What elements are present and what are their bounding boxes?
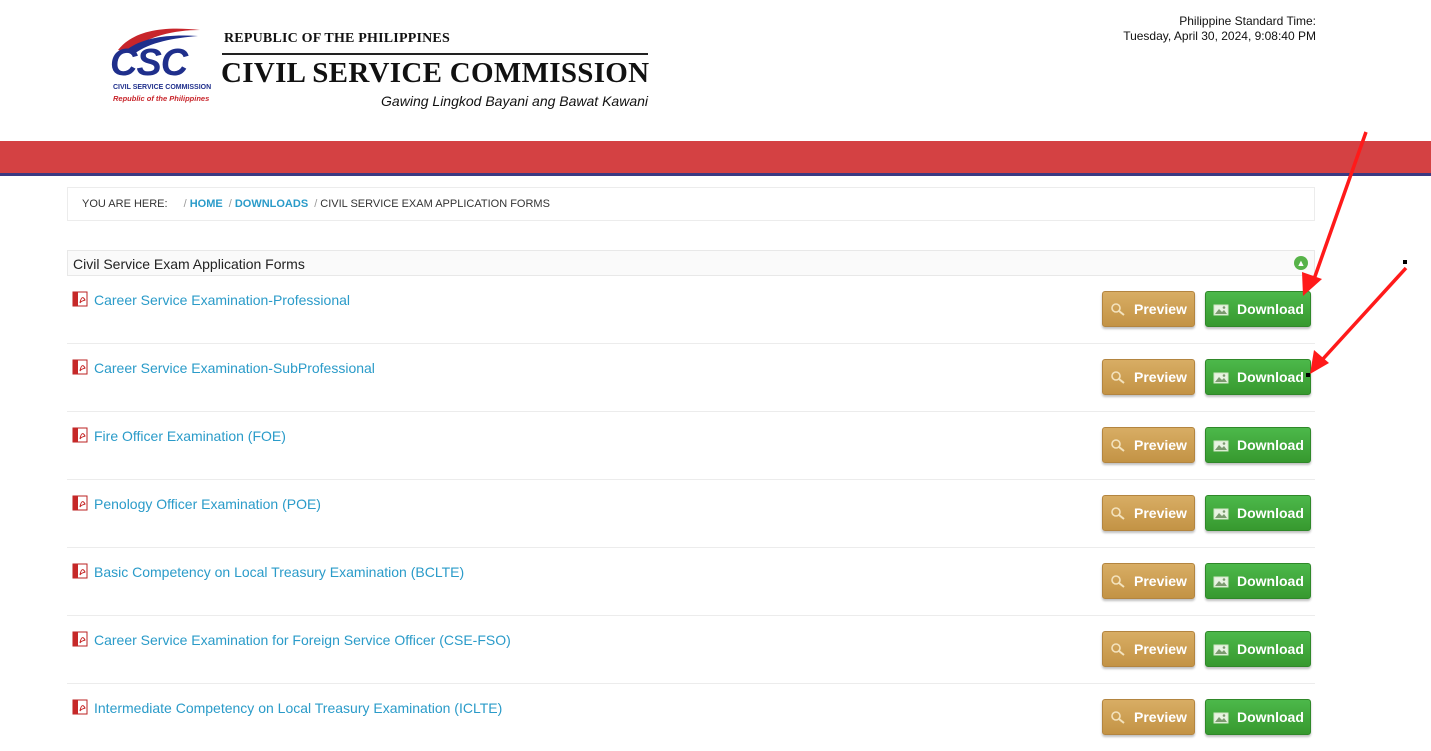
standard-time: Philippine Standard Time: Tuesday, April… xyxy=(1123,14,1316,44)
magnifier-icon xyxy=(1111,575,1125,588)
list-item: Career Service Examination-Professional … xyxy=(67,276,1315,344)
magnifier-icon xyxy=(1111,643,1125,656)
pdf-file-icon xyxy=(72,631,88,647)
preview-label: Preview xyxy=(1134,505,1187,521)
list-item: Career Service Examination-SubProfession… xyxy=(67,344,1315,412)
preview-button[interactable]: Preview xyxy=(1102,291,1195,327)
preview-button[interactable]: Preview xyxy=(1102,359,1195,395)
logo-tagline: Republic of the Philippines xyxy=(113,94,210,103)
download-label: Download xyxy=(1237,641,1304,657)
republic-heading: REPUBLIC OF THE PHILIPPINES xyxy=(224,31,450,46)
site-header: CSC CIVIL SERVICE COMMISSION Republic of… xyxy=(0,0,1431,141)
download-button[interactable]: Download xyxy=(1205,291,1311,327)
forms-list: Career Service Examination-Professional … xyxy=(67,276,1315,751)
section-header: Civil Service Exam Application Forms ▲ xyxy=(67,250,1315,276)
download-image-icon xyxy=(1213,576,1229,588)
magnifier-icon xyxy=(1111,303,1125,316)
preview-label: Preview xyxy=(1134,641,1187,657)
preview-button[interactable]: Preview xyxy=(1102,699,1195,735)
pdf-file-icon xyxy=(72,359,88,375)
agency-title: CIVIL SERVICE COMMISSION xyxy=(221,57,650,89)
breadcrumb-separator: / xyxy=(183,198,187,210)
magnifier-icon xyxy=(1111,371,1125,384)
form-title-link[interactable]: Career Service Examination-Professional xyxy=(94,292,350,308)
list-item: Career Service Examination for Foreign S… xyxy=(67,616,1315,684)
annotation-marker xyxy=(1403,260,1407,264)
preview-label: Preview xyxy=(1134,301,1187,317)
standard-time-value: Tuesday, April 30, 2024, 9:08:40 PM xyxy=(1123,29,1316,43)
preview-button[interactable]: Preview xyxy=(1102,631,1195,667)
breadcrumb-separator: / xyxy=(314,198,318,210)
form-title-link[interactable]: Penology Officer Examination (POE) xyxy=(94,496,321,512)
form-title-link[interactable]: Basic Competency on Local Treasury Exami… xyxy=(94,564,464,580)
pdf-file-icon xyxy=(72,699,88,715)
csc-logo[interactable]: CSC CIVIL SERVICE COMMISSION Republic of… xyxy=(110,24,211,112)
breadcrumb-separator: / xyxy=(228,198,232,210)
pdf-file-icon xyxy=(72,563,88,579)
download-button[interactable]: Download xyxy=(1205,359,1311,395)
download-label: Download xyxy=(1237,709,1304,725)
list-item: Intermediate Competency on Local Treasur… xyxy=(67,684,1315,751)
preview-label: Preview xyxy=(1134,573,1187,589)
magnifier-icon xyxy=(1111,507,1125,520)
download-button[interactable]: Download xyxy=(1205,563,1311,599)
form-title-link[interactable]: Fire Officer Examination (FOE) xyxy=(94,428,286,444)
breadcrumb-label: YOU ARE HERE: xyxy=(82,198,168,210)
download-image-icon xyxy=(1213,372,1229,384)
preview-label: Preview xyxy=(1134,369,1187,385)
annotation-arrow xyxy=(1310,266,1408,374)
download-label: Download xyxy=(1237,505,1304,521)
pdf-file-icon xyxy=(72,427,88,443)
download-button[interactable]: Download xyxy=(1205,699,1311,735)
breadcrumb-home-link[interactable]: HOME xyxy=(190,198,223,210)
form-title-link[interactable]: Career Service Examination for Foreign S… xyxy=(94,632,511,648)
download-image-icon xyxy=(1213,644,1229,656)
download-image-icon xyxy=(1213,440,1229,452)
nav-band-underline xyxy=(0,173,1431,176)
section-title: Civil Service Exam Application Forms xyxy=(73,256,305,272)
form-title-link[interactable]: Intermediate Competency on Local Treasur… xyxy=(94,700,502,716)
logo-text: CSC xyxy=(110,42,188,84)
download-image-icon xyxy=(1213,712,1229,724)
download-button[interactable]: Download xyxy=(1205,427,1311,463)
download-button[interactable]: Download xyxy=(1205,631,1311,667)
breadcrumb-current: CIVIL SERVICE EXAM APPLICATION FORMS xyxy=(320,198,550,210)
magnifier-icon xyxy=(1111,439,1125,452)
download-label: Download xyxy=(1237,437,1304,453)
collapse-toggle-icon[interactable]: ▲ xyxy=(1294,256,1308,270)
preview-button[interactable]: Preview xyxy=(1102,427,1195,463)
preview-label: Preview xyxy=(1134,437,1187,453)
download-button[interactable]: Download xyxy=(1205,495,1311,531)
nav-band xyxy=(0,141,1431,173)
standard-time-label: Philippine Standard Time: xyxy=(1179,14,1316,28)
download-label: Download xyxy=(1237,301,1304,317)
list-item: Fire Officer Examination (FOE) Preview D… xyxy=(67,412,1315,480)
pdf-file-icon xyxy=(72,291,88,307)
breadcrumb: YOU ARE HERE: / HOME / DOWNLOADS / CIVIL SE… xyxy=(67,187,1315,221)
pdf-file-icon xyxy=(72,495,88,511)
preview-button[interactable]: Preview xyxy=(1102,495,1195,531)
preview-button[interactable]: Preview xyxy=(1102,563,1195,599)
download-label: Download xyxy=(1237,369,1304,385)
form-title-link[interactable]: Career Service Examination-SubProfession… xyxy=(94,360,375,376)
heading-divider xyxy=(222,53,648,55)
download-image-icon xyxy=(1213,304,1229,316)
magnifier-icon xyxy=(1111,711,1125,724)
list-item: Penology Officer Examination (POE) Previ… xyxy=(67,480,1315,548)
list-item: Basic Competency on Local Treasury Exami… xyxy=(67,548,1315,616)
preview-label: Preview xyxy=(1134,709,1187,725)
agency-motto: Gawing Lingkod Bayani ang Bawat Kawani xyxy=(381,93,648,109)
download-label: Download xyxy=(1237,573,1304,589)
breadcrumb-downloads-link[interactable]: DOWNLOADS xyxy=(235,198,308,210)
logo-subtitle: CIVIL SERVICE COMMISSION xyxy=(113,84,212,91)
download-image-icon xyxy=(1213,508,1229,520)
